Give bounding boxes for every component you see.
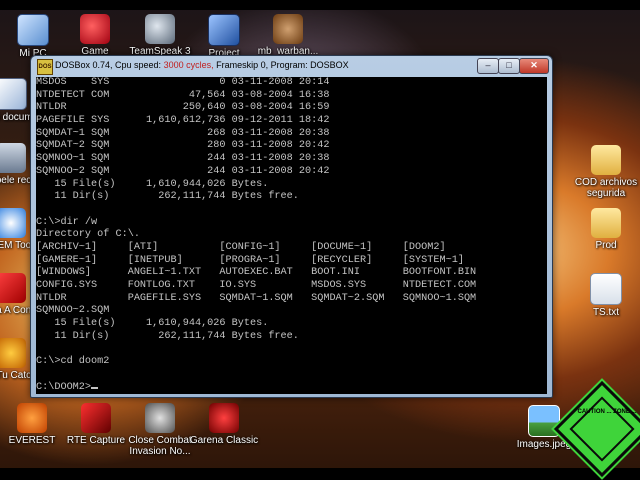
garena-icon <box>209 403 239 433</box>
desktop-icon-warband[interactable]: mb_warban... <box>250 14 326 57</box>
console-line: SQMDAT~1 SQM 268 03-11-2008 20:38 <box>36 127 330 139</box>
close-button[interactable]: ✕ <box>519 58 549 74</box>
console-line: 11 Dir(s) 262,111,744 Bytes free. <box>36 191 299 203</box>
text-file-icon <box>590 273 622 305</box>
console-line: [GAMERE~1] [INETPUB] [PROGRA~1] [RECYCLE… <box>36 254 464 266</box>
desktop-icon-garena[interactable]: Garena Classic <box>186 403 262 446</box>
atube-catcher-icon <box>0 338 26 368</box>
console-line: NTDETECT COM 47,564 03-08-2004 16:38 <box>36 89 330 101</box>
desktop-icon-cod[interactable]: COD archivos segurida <box>568 145 640 199</box>
console-line: SQMDAT~2 SQM 280 03-11-2008 20:42 <box>36 140 330 152</box>
desktop-icon-label: TS.txt <box>592 307 620 318</box>
window-titlebar[interactable]: DOS DOSBox 0.74, Cpu speed: 3000 cycles,… <box>31 56 552 76</box>
computer-icon <box>17 14 49 46</box>
teamspeak-icon <box>145 14 175 44</box>
window-title: DOSBox 0.74, Cpu speed: 3000 cycles, Fra… <box>55 60 349 70</box>
caution-sign-text: CAUTION ... ZONE ... <box>577 409 637 415</box>
console-line: Directory of C:\. <box>36 229 140 241</box>
dosbox-app-icon[interactable]: DOS <box>37 59 53 75</box>
letterbox-bottom <box>0 468 640 480</box>
console-line: CONFIG.SYS FONTLOG.TXT IO.SYS MSDOS.SYS … <box>36 280 477 291</box>
desktop-icon-tstxt[interactable]: TS.txt <box>568 273 640 318</box>
console-line: PAGEFILE SYS 1,610,612,736 09-12-2011 18… <box>36 115 330 127</box>
dosbox-window[interactable]: DOS DOSBox 0.74, Cpu speed: 3000 cycles,… <box>30 55 553 398</box>
text-cursor <box>91 386 99 389</box>
avira-icon <box>0 273 26 303</box>
console-line: 15 File(s) 1,610,944,026 Bytes. <box>36 318 269 330</box>
everest-icon <box>17 403 47 433</box>
folder-icon <box>591 208 621 238</box>
desktop-icon-label: Garena Classic <box>189 435 259 446</box>
caution-sign-icon[interactable] <box>553 380 640 478</box>
console-line: NTLDR PAGEFILE.SYS SQMDAT~1.SQM SQMDAT~2… <box>36 292 477 304</box>
console-line: C:\>cd doom2 <box>36 356 110 368</box>
console-line: [ARCHIV~1] [ATI] [CONFIG~1] [DOCUME~1] [… <box>36 241 446 253</box>
console-line: SQMNOO~1 SQM 244 03-11-2008 20:38 <box>36 153 330 165</box>
console-line: [WINDOWS] ANGELI~1.TXT AUTOEXEC.BAT BOOT… <box>36 267 477 279</box>
console-line: C:\DOOM2> <box>36 382 547 395</box>
folder-icon <box>591 145 621 175</box>
recycle-bin-icon <box>0 143 26 173</box>
cycles-readout: 3000 cycles, <box>163 60 214 70</box>
desktop-icon-prod[interactable]: Prod <box>568 208 640 251</box>
maximize-button[interactable]: □ <box>498 58 520 74</box>
minimize-button[interactable]: – <box>477 58 499 74</box>
console-line: NTLDR 250,640 03-08-2004 16:59 <box>36 102 330 114</box>
console-line: 15 File(s) 1,610,944,026 Bytes. <box>36 178 269 190</box>
close-combat-icon <box>145 403 175 433</box>
desktop-icon-label: Prod <box>595 240 617 251</box>
console-line: C:\>dir /w <box>36 216 98 228</box>
daemon-tools-icon <box>0 208 26 238</box>
dos-console[interactable]: MSDOS SYS 0 03-11-2008 20:14 NTDETECT COM… <box>36 77 547 394</box>
project-icon <box>208 14 240 46</box>
image-file-icon <box>528 405 560 437</box>
console-line: SQMNOO~2 SQM 244 03-11-2008 20:42 <box>36 165 330 177</box>
letterbox-top <box>0 0 640 10</box>
documents-icon <box>0 78 27 110</box>
console-line: SQMNOO~2.SQM <box>36 305 110 317</box>
rte-capture-icon <box>81 403 111 433</box>
game-icon <box>80 14 110 44</box>
warband-icon <box>273 14 303 44</box>
console-line: 11 Dir(s) 262,111,744 Bytes free. <box>36 330 299 342</box>
desktop-icon-label: COD archivos segurida <box>574 177 638 199</box>
console-line: MSDOS SYS 0 03-11-2008 20:14 <box>36 77 330 88</box>
